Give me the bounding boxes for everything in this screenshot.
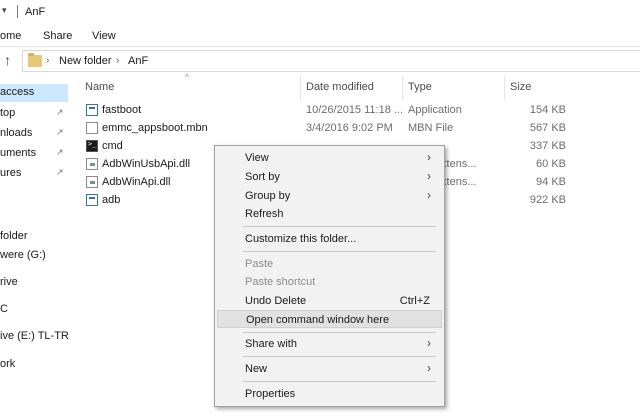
breadcrumb-separator-icon[interactable]: › bbox=[46, 55, 49, 66]
nav-item-new-folder[interactable]: folder bbox=[0, 228, 68, 246]
title-bar: ▾ AnF bbox=[0, 0, 640, 24]
navigation-pane: access top ↗ nloads ↗ uments ↗ ures ↗ fo… bbox=[0, 76, 68, 417]
nav-item-downloads[interactable]: nloads ↗ bbox=[0, 125, 68, 143]
nav-item-drive-e[interactable]: ive (E:) TL-TR96 bbox=[0, 328, 68, 346]
nav-item-pictures[interactable]: ures ↗ bbox=[0, 165, 68, 183]
menu-separator bbox=[243, 251, 436, 252]
submenu-arrow-icon: › bbox=[427, 361, 431, 375]
shortcut-label: Ctrl+Z bbox=[399, 295, 430, 307]
breadcrumb-separator-icon[interactable]: › bbox=[116, 55, 119, 66]
menu-separator bbox=[243, 356, 436, 357]
breadcrumb-new-folder[interactable]: New folder bbox=[59, 55, 112, 67]
nav-item-drive-g[interactable]: were (G:) bbox=[0, 247, 68, 265]
submenu-arrow-icon: › bbox=[427, 169, 431, 183]
application-icon bbox=[86, 194, 98, 206]
menu-item-properties[interactable]: Properties bbox=[217, 385, 442, 403]
nav-item-documents[interactable]: uments ↗ bbox=[0, 145, 68, 163]
breadcrumb-anf[interactable]: AnF bbox=[128, 55, 148, 67]
nav-item-desktop[interactable]: top ↗ bbox=[0, 105, 68, 123]
menu-item-share-with[interactable]: Share with › bbox=[217, 335, 442, 353]
nav-item-this-pc[interactable]: C bbox=[0, 301, 68, 319]
column-header-date[interactable]: Date modified bbox=[301, 76, 402, 100]
menu-separator bbox=[243, 226, 436, 227]
tab-view[interactable]: View bbox=[92, 30, 116, 42]
column-header-name[interactable]: Name bbox=[78, 76, 300, 100]
pin-icon: ↗ bbox=[56, 107, 64, 117]
pin-icon: ↗ bbox=[56, 127, 64, 137]
menu-item-group-by[interactable]: Group by › bbox=[217, 187, 442, 205]
menu-item-open-command-window[interactable]: Open command window here bbox=[217, 310, 442, 328]
dll-icon bbox=[86, 176, 98, 188]
menu-item-refresh[interactable]: Refresh bbox=[217, 205, 442, 223]
ribbon-tabs: ome Share View bbox=[0, 24, 640, 46]
window-title: AnF bbox=[25, 6, 46, 18]
pin-icon: ↗ bbox=[56, 147, 64, 157]
nav-item-onedrive[interactable]: rive bbox=[0, 274, 68, 292]
column-header-type[interactable]: Type bbox=[403, 76, 503, 100]
menu-item-customize-folder[interactable]: Customize this folder... bbox=[217, 230, 442, 248]
command-prompt-icon bbox=[86, 140, 98, 152]
column-header-size[interactable]: Size bbox=[505, 76, 585, 100]
menu-item-view[interactable]: View › bbox=[217, 149, 442, 167]
menu-separator bbox=[243, 332, 436, 333]
menu-separator bbox=[243, 381, 436, 382]
application-icon bbox=[86, 104, 98, 116]
menu-item-undo-delete[interactable]: Undo Delete Ctrl+Z bbox=[217, 292, 442, 310]
submenu-arrow-icon: › bbox=[427, 150, 431, 164]
quick-access-dropdown-icon[interactable]: ▾ bbox=[2, 5, 7, 16]
menu-item-sort-by[interactable]: Sort by › bbox=[217, 168, 442, 186]
menu-item-paste: Paste bbox=[245, 258, 274, 270]
file-row[interactable]: emmc_appsboot.mbn 3/4/2016 9:02 PM MBN F… bbox=[78, 120, 640, 137]
context-menu: View › Sort by › Group by › Refresh Cust… bbox=[214, 145, 445, 407]
nav-item-network[interactable]: ork bbox=[0, 356, 68, 374]
pin-icon: ↗ bbox=[56, 167, 64, 177]
title-separator bbox=[17, 5, 18, 18]
tab-home[interactable]: ome bbox=[0, 30, 21, 42]
folder-icon bbox=[28, 53, 42, 67]
dll-icon bbox=[86, 158, 98, 170]
menu-item-paste-shortcut: Paste shortcut bbox=[245, 276, 316, 288]
document-icon bbox=[86, 122, 98, 134]
tab-share[interactable]: Share bbox=[43, 30, 72, 42]
submenu-arrow-icon: › bbox=[427, 336, 431, 350]
menu-item-new[interactable]: New › bbox=[217, 360, 442, 378]
up-arrow-icon[interactable]: ↑ bbox=[4, 52, 11, 68]
submenu-arrow-icon: › bbox=[427, 188, 431, 202]
file-row[interactable]: fastboot 10/26/2015 11:18 ... Applicatio… bbox=[78, 102, 640, 119]
address-bar[interactable]: › New folder › AnF bbox=[22, 50, 640, 72]
address-row: ↑ › New folder › AnF bbox=[0, 46, 640, 74]
nav-item-quick-access[interactable]: access bbox=[0, 84, 68, 102]
